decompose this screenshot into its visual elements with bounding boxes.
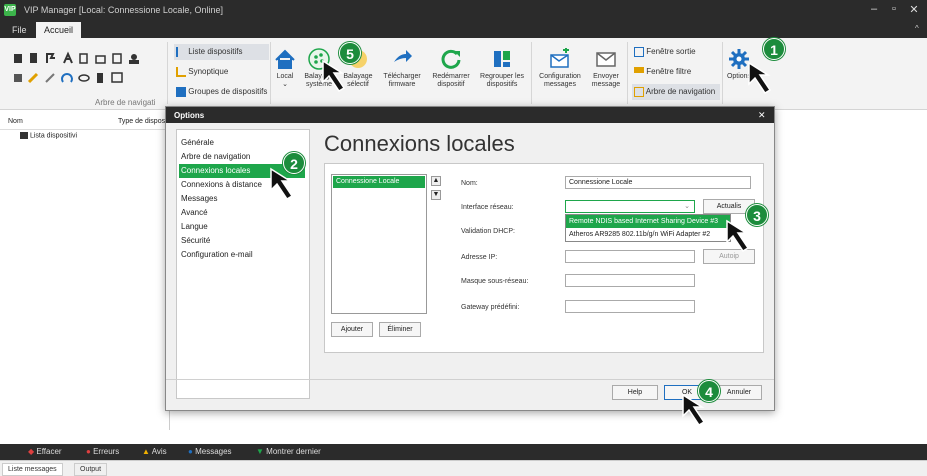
cursor-arrow-icon bbox=[748, 61, 772, 95]
gateway-field[interactable] bbox=[565, 300, 695, 313]
folder-icon bbox=[20, 132, 28, 139]
tree-icon bbox=[176, 66, 186, 77]
avis-button[interactable]: ▲ Avis bbox=[142, 447, 167, 456]
configuration-messages-button[interactable]: Configuration messages bbox=[535, 48, 585, 89]
dhcp-label: Validation DHCP: bbox=[461, 228, 515, 235]
cursor-arrow-icon bbox=[682, 393, 706, 427]
regrouper-button[interactable]: Regrouper les dispositifs bbox=[477, 48, 527, 89]
nav-avance[interactable]: Avancé bbox=[179, 206, 305, 220]
footer-divider bbox=[166, 379, 774, 380]
small-tools-grid bbox=[10, 48, 160, 88]
tree-header: Nom Type de dispos bbox=[0, 118, 170, 130]
envelope-icon bbox=[596, 52, 616, 67]
liste-dispositifs-button[interactable]: Liste dispositifs bbox=[174, 44, 269, 60]
tool-icons[interactable] bbox=[10, 48, 160, 88]
home-icon bbox=[275, 49, 295, 69]
nav-securite[interactable]: Sécurité bbox=[179, 234, 305, 248]
step-badge-1: 1 bbox=[763, 38, 785, 60]
device-tree-panel: Nom Type de dispos Lista dispositivi bbox=[0, 112, 170, 430]
error-icon: ● bbox=[86, 447, 91, 456]
local-button[interactable]: Local ⌄ bbox=[273, 48, 297, 89]
info-icon: ● bbox=[188, 447, 193, 456]
config-message-icon bbox=[550, 48, 569, 68]
nom-field[interactable]: Connessione Locale bbox=[565, 176, 751, 189]
effacer-button[interactable]: ◆ Effacer bbox=[28, 447, 62, 456]
options-content: Connexions locales Connessione Locale ▲ … bbox=[318, 129, 764, 399]
annuler-button[interactable]: Annuler bbox=[716, 385, 762, 400]
tab-file[interactable]: File bbox=[4, 22, 35, 38]
interface-dropdown: Remote NDIS based Internet Sharing Devic… bbox=[565, 214, 731, 242]
list-icon bbox=[176, 46, 186, 57]
bottom-tabs: Liste messages Output bbox=[0, 460, 927, 476]
fenetre-sortie-button[interactable]: Fenêtre sortie bbox=[632, 44, 702, 60]
show-last-icon: ▼ bbox=[256, 447, 264, 456]
column-nom[interactable]: Nom bbox=[8, 118, 23, 125]
masque-field[interactable] bbox=[565, 274, 695, 287]
connections-panel: Connessione Locale ▲ ▼ Nom: Connessione … bbox=[324, 163, 764, 353]
tab-accueil[interactable]: Accueil bbox=[36, 22, 82, 38]
redemarrer-button[interactable]: Redémarrer dispositif bbox=[427, 48, 475, 89]
message-toolbar: ◆ Effacer ● Erreurs ▲ Avis ● Messages ▼ … bbox=[0, 444, 927, 460]
ip-label: Adresse IP: bbox=[461, 254, 498, 261]
send-arrow-icon bbox=[394, 50, 412, 62]
montrer-dernier-button[interactable]: ▼ Montrer dernier bbox=[256, 447, 321, 456]
cursor-arrow-icon bbox=[322, 59, 346, 93]
arbre-navigation-button[interactable]: Arbre de navigation bbox=[632, 84, 720, 100]
groups-icon bbox=[176, 86, 186, 97]
interface-select[interactable]: ⌄ bbox=[565, 200, 695, 213]
menu-tab-bar: File Accueil ^ bbox=[0, 20, 927, 38]
ribbon: Arbre de navigati Liste dispositifs Syno… bbox=[0, 38, 927, 110]
title-bar: VIP VIP Manager [Local: Connessione Loca… bbox=[0, 0, 927, 20]
nav-configuration-email[interactable]: Configuration e-mail bbox=[179, 248, 305, 262]
filter-icon bbox=[634, 66, 644, 77]
fenetre-filtre-button[interactable]: Fenêtre filtre bbox=[632, 64, 702, 80]
move-up-icon[interactable]: ▲ bbox=[431, 176, 441, 186]
groupes-dispositifs-button[interactable]: Groupes de dispositifs bbox=[174, 84, 269, 100]
page-title: Connexions locales bbox=[324, 131, 515, 156]
cursor-arrow-icon bbox=[270, 167, 294, 201]
window-title: VIP Manager [Local: Connessione Locale, … bbox=[24, 5, 223, 15]
interface-label: Interface réseau: bbox=[461, 204, 514, 211]
connection-list: Connessione Locale bbox=[331, 174, 427, 314]
ajouter-button[interactable]: Ajouter bbox=[331, 322, 373, 337]
synoptique-button[interactable]: Synoptique bbox=[174, 64, 269, 80]
eliminer-button[interactable]: Éliminer bbox=[379, 322, 421, 337]
help-button[interactable]: Help bbox=[612, 385, 658, 400]
masque-label: Masque sous-réseau: bbox=[461, 278, 529, 285]
options-dialog: Options ✕ Générale Arbre de navigation C… bbox=[165, 106, 775, 411]
warning-icon: ▲ bbox=[142, 447, 150, 456]
refresh-icon bbox=[441, 49, 461, 69]
group-devices-icon bbox=[494, 51, 510, 67]
telecharger-firmware-button[interactable]: Télécharger firmware bbox=[380, 48, 424, 89]
erreurs-button[interactable]: ● Erreurs bbox=[86, 447, 119, 456]
nav-generale[interactable]: Générale bbox=[179, 136, 305, 150]
gateway-label: Gateway prédéfini: bbox=[461, 304, 520, 311]
dialog-close-icon[interactable]: ✕ bbox=[758, 110, 766, 121]
nom-label: Nom: bbox=[461, 180, 478, 187]
dropdown-option-ndis[interactable]: Remote NDIS based Internet Sharing Devic… bbox=[566, 215, 730, 228]
ip-field[interactable] bbox=[565, 250, 695, 263]
tab-liste-messages[interactable]: Liste messages bbox=[2, 463, 63, 476]
move-down-icon[interactable]: ▼ bbox=[431, 190, 441, 200]
cursor-arrow-icon bbox=[726, 219, 750, 253]
group-label-arbre: Arbre de navigati bbox=[95, 98, 156, 107]
chevron-down-icon: ⌄ bbox=[684, 203, 690, 210]
clear-icon: ◆ bbox=[28, 447, 35, 456]
connection-item[interactable]: Connessione Locale bbox=[333, 176, 425, 188]
close-icon[interactable]: ✕ bbox=[906, 3, 922, 16]
dialog-title: Options bbox=[166, 107, 774, 123]
tree-view-icon bbox=[634, 86, 644, 97]
column-type[interactable]: Type de dispos bbox=[118, 118, 165, 125]
minimize-icon[interactable]: – bbox=[866, 3, 882, 15]
restore-icon[interactable]: ▫ bbox=[886, 3, 902, 15]
app-logo-icon: VIP bbox=[4, 4, 16, 16]
dropdown-option-atheros[interactable]: Atheros AR9285 802.11b/g/n WiFi Adapter … bbox=[566, 228, 730, 241]
envoyer-message-button[interactable]: Envoyer message bbox=[587, 48, 625, 89]
window-icon bbox=[634, 46, 644, 57]
messages-button[interactable]: ● Messages bbox=[188, 447, 232, 456]
collapse-ribbon-icon[interactable]: ^ bbox=[915, 24, 919, 33]
tree-item-lista[interactable]: Lista dispositivi bbox=[20, 132, 77, 139]
tab-output[interactable]: Output bbox=[74, 463, 108, 476]
nav-langue[interactable]: Langue bbox=[179, 220, 305, 234]
